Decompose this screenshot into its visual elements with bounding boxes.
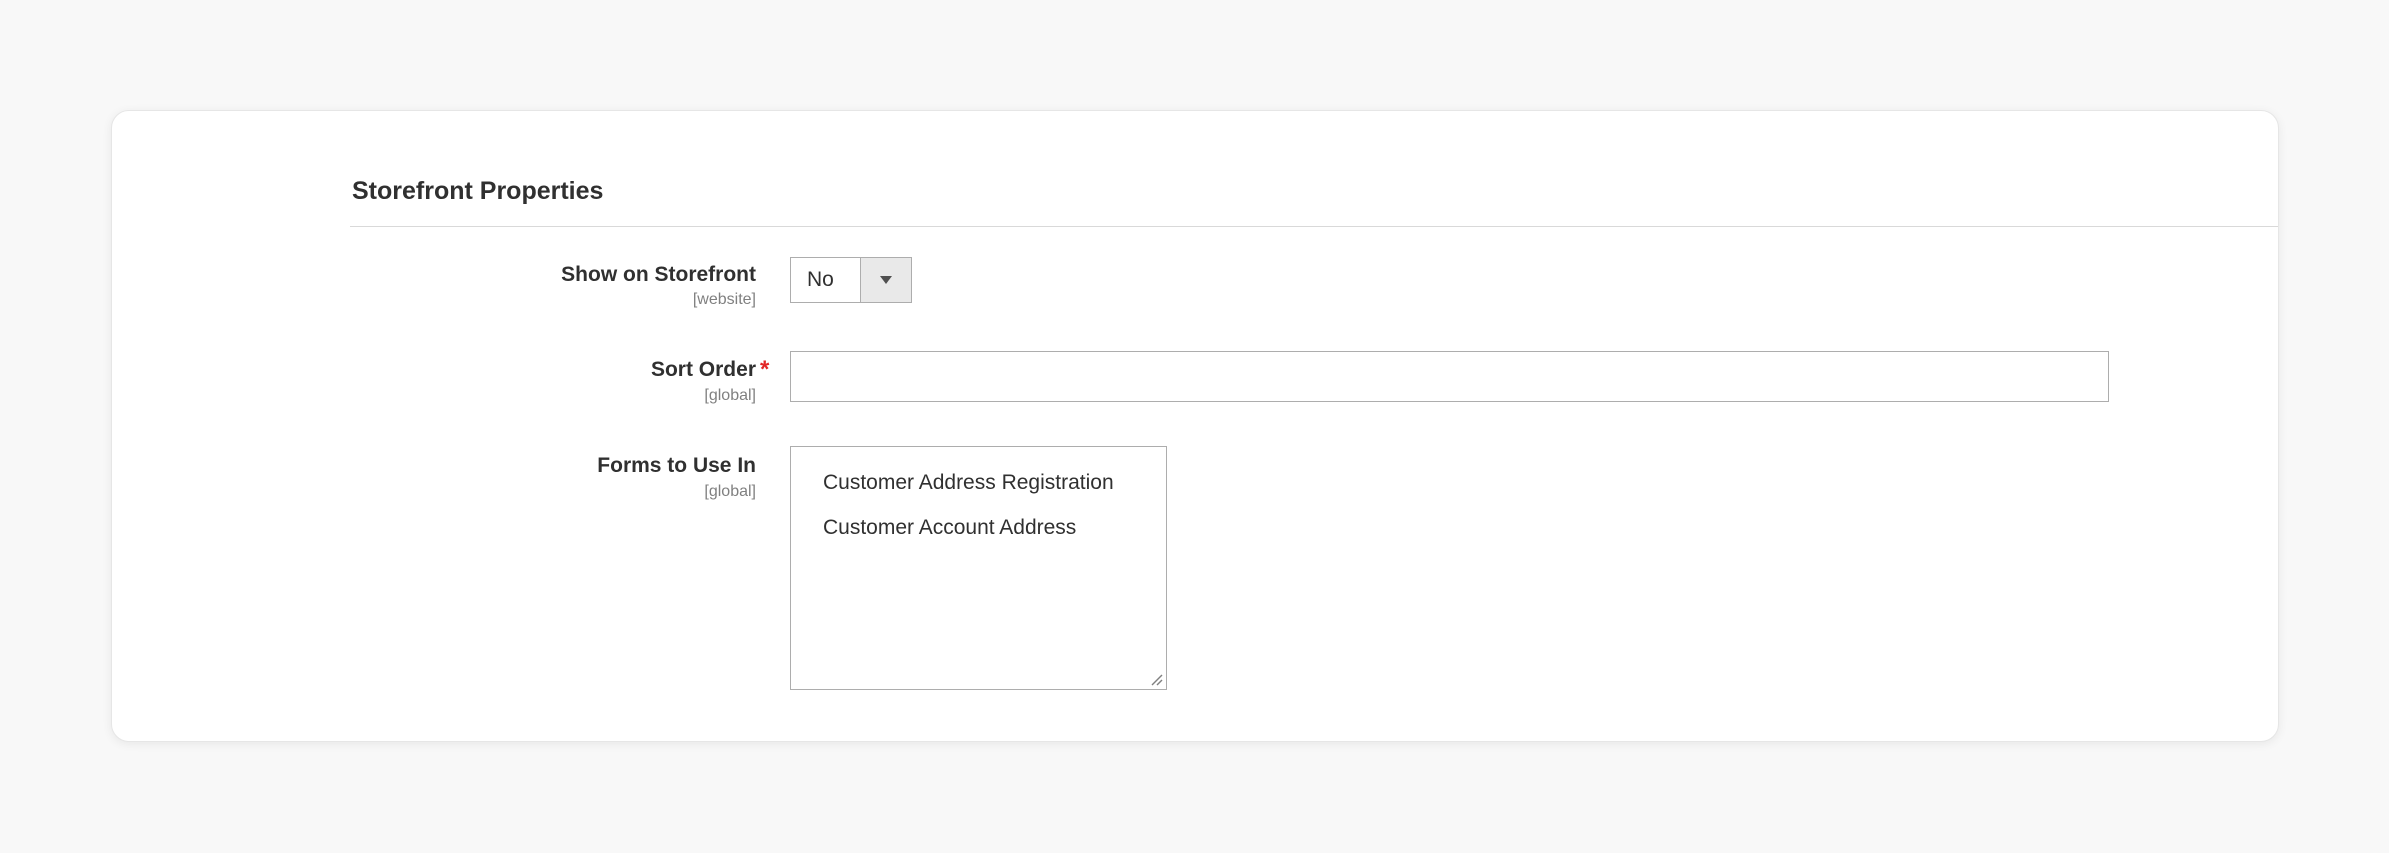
storefront-properties-panel: Storefront Properties Show on Storefront… [111,110,2279,742]
show-on-storefront-value: No [807,268,834,291]
forms-to-use-in-multiselect[interactable]: Customer Address Registration Customer A… [790,446,1167,690]
sort-order-input[interactable] [790,351,2109,402]
forms-to-use-in-scope: [global] [704,483,756,500]
section-divider [350,226,2278,227]
resize-handle-icon[interactable] [1149,672,1163,686]
sort-order-label: Sort Order [650,358,756,381]
option-customer-address-registration[interactable]: Customer Address Registration [791,461,1166,506]
required-asterisk: * [760,356,770,383]
show-on-storefront-scope: [website] [692,291,756,308]
forms-to-use-in-label: Forms to Use In [597,454,756,477]
show-on-storefront-select[interactable]: No [790,257,912,303]
option-customer-account-address[interactable]: Customer Account Address [791,506,1166,551]
section-title: Storefront Properties [352,177,604,205]
show-on-storefront-label: Show on Storefront [561,263,756,286]
caret-down-icon [880,276,892,284]
sort-order-scope: [global] [704,387,756,404]
dropdown-toggle[interactable] [860,258,911,302]
